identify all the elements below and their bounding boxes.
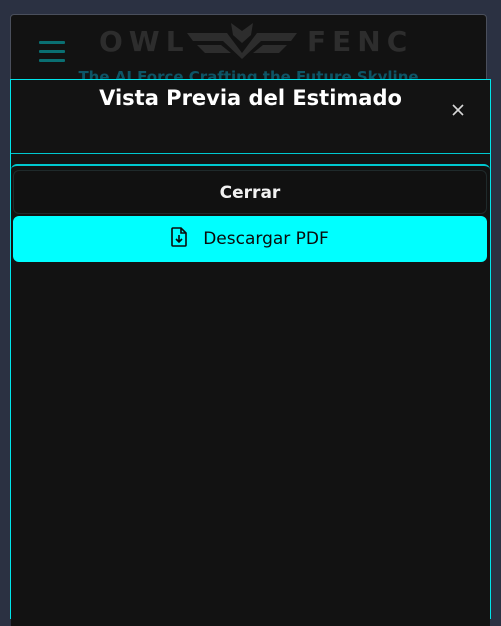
file-download-icon [171,227,188,247]
logo-text-right: FENC [307,25,414,58]
download-pdf-button[interactable]: Descargar PDF [13,216,487,262]
logo-text-left: OWL [99,25,190,58]
dialog-body: Cerrar Descargar PDF [11,164,490,626]
close-icon[interactable] [450,102,466,118]
menu-icon[interactable] [39,41,65,68]
owl-logo-icon [187,23,297,59]
estimate-preview-dialog: Vista Previa del Estimado Cerrar Descarg… [10,79,491,626]
dialog-header: Vista Previa del Estimado [11,80,490,154]
dialog-title: Vista Previa del Estimado [99,86,402,110]
download-pdf-label: Descargar PDF [203,229,329,249]
close-button[interactable]: Cerrar [13,170,487,214]
background-app-header: OWL FENC The AI Force Crafting the Futur… [11,15,486,86]
